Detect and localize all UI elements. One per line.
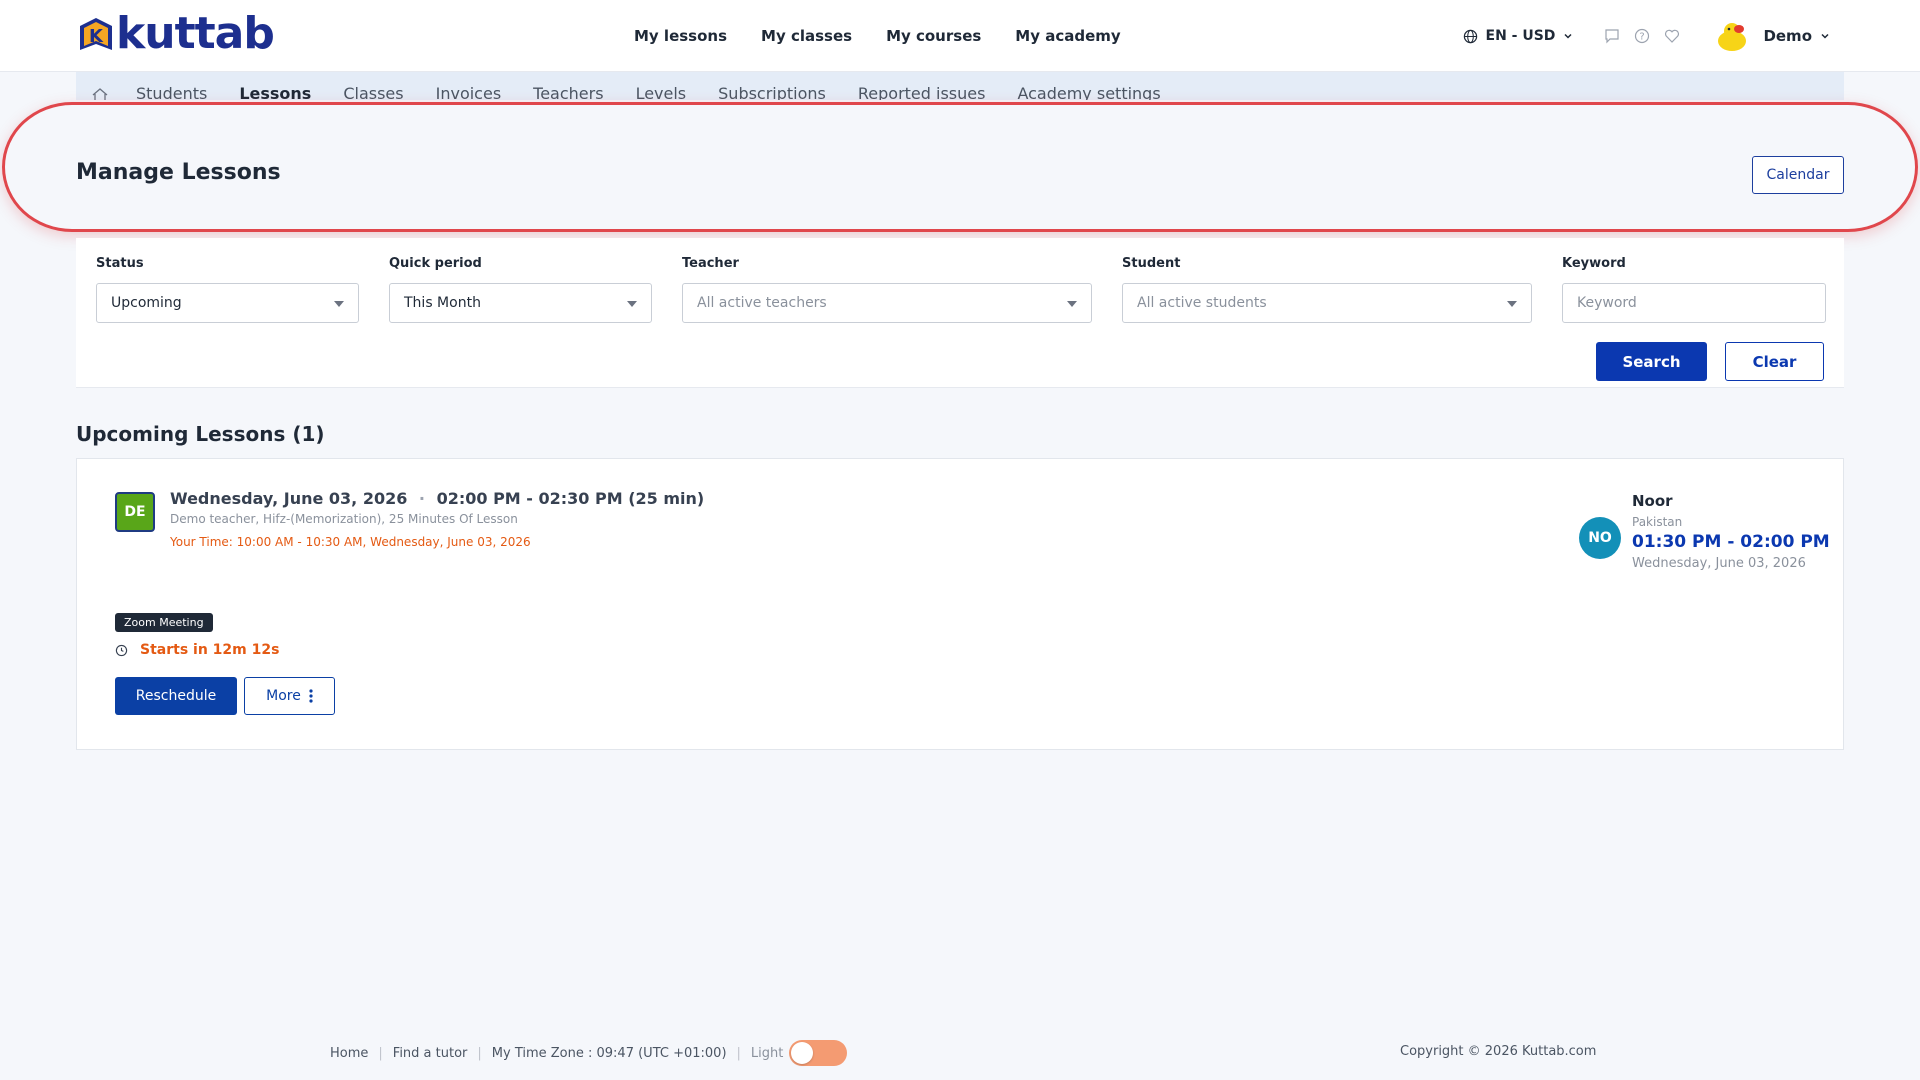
theme-toggle[interactable] xyxy=(789,1040,848,1066)
footer-separator: | xyxy=(736,1045,741,1061)
student-local-date: Wednesday, June 03, 2026 xyxy=(1632,556,1806,571)
quick-period-select[interactable]: This Month xyxy=(389,283,652,323)
teacher-select[interactable]: All active teachers xyxy=(682,283,1092,323)
lesson-meta: Demo teacher, Hifz-(Memorization), 25 Mi… xyxy=(170,512,518,526)
upcoming-lessons-title: Upcoming Lessons (1) xyxy=(76,422,325,446)
lesson-date: Wednesday, June 03, 2026 xyxy=(170,489,408,508)
nav-my-lessons[interactable]: My lessons xyxy=(634,27,727,45)
kebab-menu-icon xyxy=(309,689,313,703)
lesson-datetime: Wednesday, June 03, 2026 · 02:00 PM - 02… xyxy=(170,489,704,508)
nav-my-courses[interactable]: My courses xyxy=(886,27,981,45)
footer-separator: | xyxy=(477,1045,482,1061)
countdown: Starts in 12m 12s xyxy=(115,642,279,658)
teacher-avatar: DE xyxy=(115,492,155,532)
footer-timezone: My Time Zone : 09:47 (UTC +01:00) xyxy=(491,1045,727,1061)
student-local-time: 01:30 PM - 02:00 PM xyxy=(1632,532,1830,552)
user-menu[interactable]: Demo xyxy=(1763,27,1830,45)
logo-book-icon: K xyxy=(80,18,112,50)
student-label: Student xyxy=(1122,256,1181,271)
nav-my-academy[interactable]: My academy xyxy=(1015,27,1120,45)
clear-button[interactable]: Clear xyxy=(1725,342,1824,381)
keyword-input[interactable]: Keyword xyxy=(1562,283,1826,323)
quick-period-value: This Month xyxy=(404,295,481,311)
lesson-card: DE Wednesday, June 03, 2026 · 02:00 PM -… xyxy=(76,458,1844,750)
copyright: Copyright © 2026 Kuttab.com xyxy=(1400,1044,1597,1059)
page-header xyxy=(0,100,1920,234)
filter-panel: Status Upcoming Quick period This Month … xyxy=(76,238,1844,388)
clock-icon xyxy=(115,644,128,656)
chevron-down-icon xyxy=(1564,33,1572,39)
language-label: EN - USD xyxy=(1485,28,1556,44)
footer-separator: | xyxy=(378,1045,383,1061)
teacher-label: Teacher xyxy=(682,256,739,271)
caret-down-icon xyxy=(627,301,637,307)
help-icon[interactable]: ? xyxy=(1631,25,1653,47)
reschedule-button[interactable]: Reschedule xyxy=(115,677,237,715)
main-nav: My lessons My classes My courses My acad… xyxy=(634,0,1121,72)
top-navbar: K kuttab My lessons My classes My course… xyxy=(0,0,1920,72)
keyword-label: Keyword xyxy=(1562,256,1626,271)
status-select[interactable]: Upcoming xyxy=(96,283,359,323)
footer-home-link[interactable]: Home xyxy=(330,1046,368,1061)
footer: Home | Find a tutor | My Time Zone : 09:… xyxy=(330,1040,848,1066)
status-value: Upcoming xyxy=(111,295,182,311)
theme-label: Light xyxy=(750,1045,784,1061)
teacher-placeholder: All active teachers xyxy=(697,295,827,311)
chevron-down-icon xyxy=(1821,33,1829,39)
more-button[interactable]: More xyxy=(244,677,335,715)
page-title: Manage Lessons xyxy=(76,160,281,185)
starts-in-text: Starts in 12m 12s xyxy=(140,642,280,658)
heart-icon[interactable] xyxy=(1661,25,1683,47)
separator-dot: · xyxy=(418,489,425,508)
student-avatar: NO xyxy=(1579,517,1621,559)
student-country: Pakistan xyxy=(1632,515,1683,529)
top-right-controls: EN - USD ? Demo xyxy=(1463,0,1830,72)
nav-my-classes[interactable]: My classes xyxy=(761,27,852,45)
logo-text: kuttab xyxy=(116,8,275,59)
caret-down-icon xyxy=(334,301,344,307)
svg-text:K: K xyxy=(89,26,104,47)
caret-down-icon xyxy=(1067,301,1077,307)
calendar-button[interactable]: Calendar xyxy=(1752,156,1844,194)
user-avatar[interactable] xyxy=(1715,19,1749,53)
lesson-your-time: Your Time: 10:00 AM - 10:30 AM, Wednesda… xyxy=(170,535,531,549)
logo[interactable]: K kuttab xyxy=(76,8,275,59)
chat-icon[interactable] xyxy=(1601,25,1623,47)
student-name: Noor xyxy=(1632,492,1673,510)
student-placeholder: All active students xyxy=(1137,295,1267,311)
keyword-placeholder: Keyword xyxy=(1577,295,1637,311)
meeting-type-badge: Zoom Meeting xyxy=(115,613,213,632)
search-button[interactable]: Search xyxy=(1596,342,1707,381)
student-select[interactable]: All active students xyxy=(1122,283,1532,323)
svg-text:?: ? xyxy=(1640,32,1645,43)
caret-down-icon xyxy=(1507,301,1517,307)
status-label: Status xyxy=(96,256,144,271)
user-name: Demo xyxy=(1763,27,1812,45)
footer-find-tutor-link[interactable]: Find a tutor xyxy=(393,1046,468,1061)
lesson-time: 02:00 PM - 02:30 PM (25 min) xyxy=(436,489,705,508)
quick-period-label: Quick period xyxy=(389,256,482,271)
language-currency-selector[interactable]: EN - USD xyxy=(1463,28,1574,44)
more-label: More xyxy=(266,688,301,704)
globe-icon xyxy=(1463,29,1477,43)
